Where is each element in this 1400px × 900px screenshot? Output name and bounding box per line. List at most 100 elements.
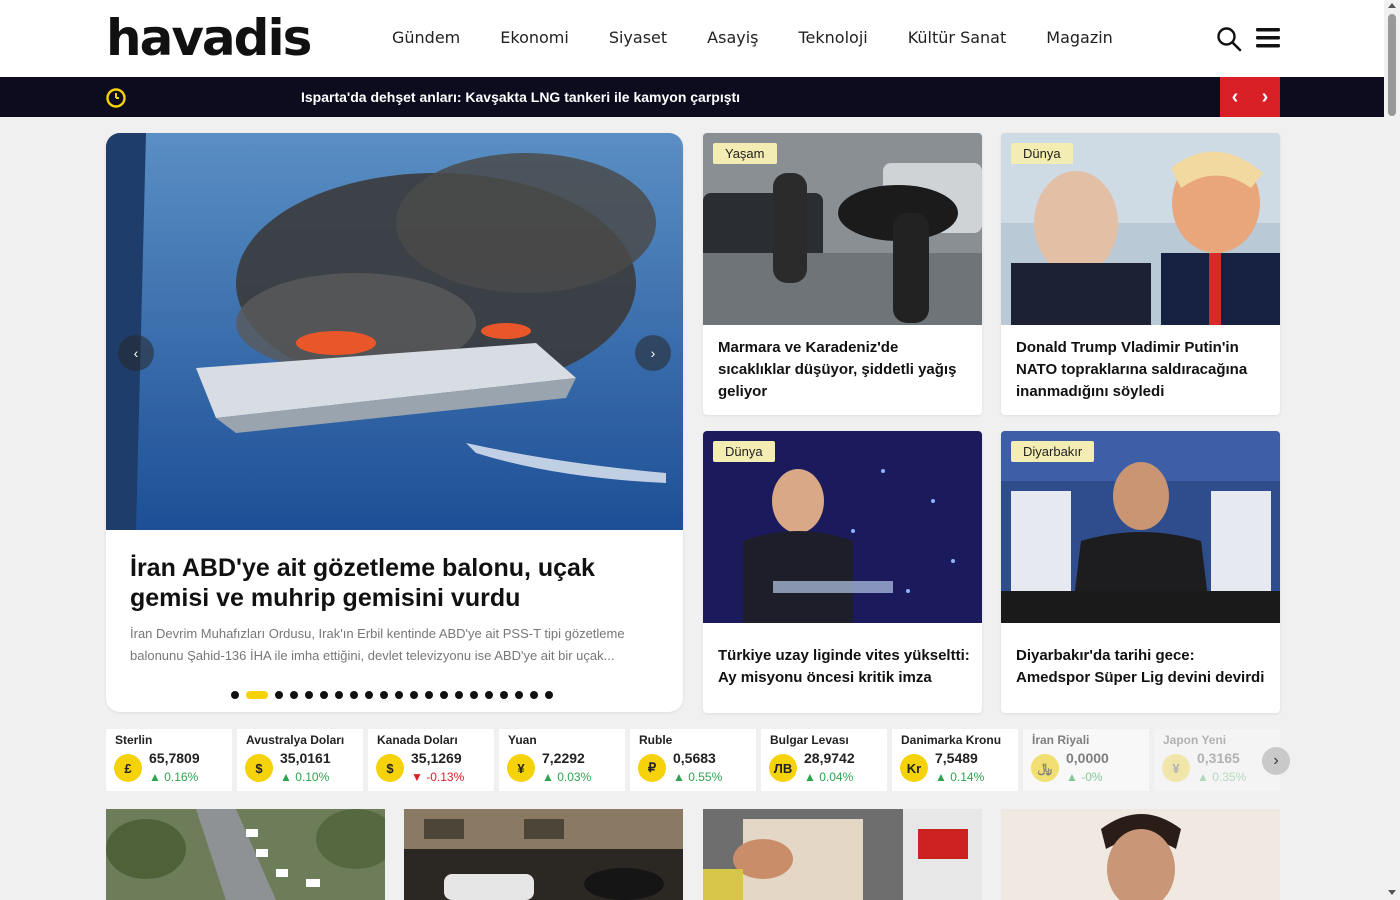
trend-up-icon: ▲ bbox=[804, 770, 820, 784]
news-thumbnail[interactable] bbox=[404, 809, 683, 900]
news-card[interactable]: Yaşam Marmara ve Karadeniz'de sıcaklıkla… bbox=[703, 133, 982, 415]
news-thumbnail[interactable] bbox=[703, 809, 982, 900]
slider-dot[interactable] bbox=[365, 691, 373, 699]
currency-item[interactable]: Bulgar Levası ЛВ 28,9742 ▲ 0.04% bbox=[761, 729, 887, 791]
news-card-category[interactable]: Diyarbakır bbox=[1011, 441, 1095, 462]
currency-symbol-icon: ₽ bbox=[638, 754, 666, 782]
currency-change-value: 0.04% bbox=[819, 770, 854, 784]
news-card-title[interactable]: Diyarbakır'da tarihi gece: Amedspor Süpe… bbox=[1016, 645, 1268, 689]
trend-up-icon: ▲ bbox=[1066, 770, 1082, 784]
currency-value: 0,0000 bbox=[1066, 750, 1109, 766]
currency-item[interactable]: Kanada Doları $35,1269 ▼ -0.13% bbox=[368, 729, 494, 791]
currency-item[interactable]: Sterlin £65,7809 ▲ 0.16% bbox=[106, 729, 232, 791]
currency-change-value: 0.03% bbox=[557, 770, 592, 784]
main-nav: Gündem Ekonomi Siyaset Asayiş Teknoloji … bbox=[392, 28, 1153, 47]
currency-change: ▲ 0.35% bbox=[1197, 770, 1246, 784]
currency-value: 7,2292 bbox=[542, 750, 585, 766]
menu-icon[interactable] bbox=[1256, 27, 1280, 49]
slider-dot[interactable] bbox=[335, 691, 343, 699]
slider-dot[interactable] bbox=[380, 691, 388, 699]
currency-item[interactable]: Danimarka Kronu Kr 7,5489 ▲ 0.14% bbox=[892, 729, 1018, 791]
currency-change-value: 0.55% bbox=[688, 770, 723, 784]
news-card-title[interactable]: Türkiye uzay liginde vites yükseltti: Ay… bbox=[718, 645, 970, 689]
slider-dot[interactable] bbox=[485, 691, 493, 699]
currency-value: 28,9742 bbox=[804, 750, 855, 766]
currency-item[interactable]: İran Riyali ﷼ 0,0000 ▲ -0% bbox=[1023, 729, 1149, 791]
currency-next-button[interactable]: › bbox=[1262, 747, 1290, 775]
ticker-prev-button[interactable]: ‹ bbox=[1232, 87, 1239, 107]
slider-dot[interactable] bbox=[500, 691, 508, 699]
currency-item[interactable]: Yuan ¥7,2292 ▲ 0.03% bbox=[499, 729, 625, 791]
trend-down-icon: ▼ bbox=[411, 770, 427, 784]
breaking-news-ticker: Isparta'da dehşet anları: Kavşakta LNG t… bbox=[0, 77, 1384, 117]
currency-change-value: 0.14% bbox=[950, 770, 985, 784]
hero-title[interactable]: İran ABD'ye ait gözetleme balonu, uçak g… bbox=[130, 553, 650, 613]
news-card-category[interactable]: Yaşam bbox=[713, 143, 777, 164]
news-card[interactable]: Dünya Türkiye uzay liginde vites yükselt… bbox=[703, 431, 982, 713]
slider-dot[interactable] bbox=[305, 691, 313, 699]
nav-item-gundem[interactable]: Gündem bbox=[392, 28, 460, 47]
scroll-up-icon[interactable] bbox=[1388, 3, 1396, 8]
currency-item[interactable]: Avustralya Doları $35,0161 ▲ 0.10% bbox=[237, 729, 363, 791]
clock-icon bbox=[106, 88, 126, 108]
currency-name: Danimarka Kronu bbox=[901, 733, 1002, 747]
nav-item-magazin[interactable]: Magazin bbox=[1046, 28, 1113, 47]
currency-value: 0,3165 bbox=[1197, 750, 1240, 766]
nav-item-ekonomi[interactable]: Ekonomi bbox=[500, 28, 569, 47]
ticker-next-button[interactable]: › bbox=[1262, 87, 1269, 107]
nav-item-teknoloji[interactable]: Teknoloji bbox=[799, 28, 868, 47]
currency-change: ▲ 0.16% bbox=[149, 770, 198, 784]
currency-value: 7,5489 bbox=[935, 750, 978, 766]
slider-dot[interactable] bbox=[290, 691, 298, 699]
currency-name: Yuan bbox=[508, 733, 537, 747]
currency-symbol-icon: £ bbox=[114, 754, 142, 782]
hero-prev-button[interactable]: ‹ bbox=[118, 335, 154, 371]
ticker-headline[interactable]: Isparta'da dehşet anları: Kavşakta LNG t… bbox=[301, 89, 740, 105]
slider-dot[interactable] bbox=[440, 691, 448, 699]
news-card-category[interactable]: Dünya bbox=[1011, 143, 1073, 164]
slider-dot[interactable] bbox=[350, 691, 358, 699]
currency-name: Bulgar Levası bbox=[770, 733, 849, 747]
currency-change-value: -0% bbox=[1081, 770, 1103, 784]
site-logo[interactable]: havadis bbox=[106, 10, 312, 66]
news-thumbnail[interactable] bbox=[106, 809, 385, 900]
news-thumbnail[interactable] bbox=[1001, 809, 1280, 900]
slider-dot[interactable] bbox=[455, 691, 463, 699]
currency-item[interactable]: Ruble ₽0,5683 ▲ 0.55% bbox=[630, 729, 756, 791]
scrollbar-thumb[interactable] bbox=[1388, 14, 1396, 116]
currency-value: 0,5683 bbox=[673, 750, 716, 766]
slider-dot[interactable] bbox=[275, 691, 283, 699]
slider-pagination bbox=[231, 691, 553, 699]
news-card-category[interactable]: Dünya bbox=[713, 441, 775, 462]
slider-dot[interactable] bbox=[246, 691, 268, 699]
slider-dot[interactable] bbox=[231, 691, 239, 699]
slider-dot[interactable] bbox=[515, 691, 523, 699]
currency-name: Japon Yeni bbox=[1163, 733, 1227, 747]
slider-dot[interactable] bbox=[395, 691, 403, 699]
search-icon[interactable] bbox=[1216, 26, 1242, 52]
page-scrollbar[interactable] bbox=[1384, 0, 1400, 900]
scroll-down-icon[interactable] bbox=[1388, 890, 1396, 895]
news-card-title[interactable]: Donald Trump Vladimir Putin'in NATO topr… bbox=[1016, 337, 1268, 403]
currency-change: ▲ 0.55% bbox=[673, 770, 722, 784]
hero-next-button[interactable]: › bbox=[635, 335, 671, 371]
nav-item-asayis[interactable]: Asayiş bbox=[707, 28, 758, 47]
news-card[interactable]: Dünya Donald Trump Vladimir Putin'in NAT… bbox=[1001, 133, 1280, 415]
slider-dot[interactable] bbox=[470, 691, 478, 699]
slider-dot[interactable] bbox=[410, 691, 418, 699]
slider-dot[interactable] bbox=[425, 691, 433, 699]
currency-change-value: 0.10% bbox=[295, 770, 330, 784]
nav-item-siyaset[interactable]: Siyaset bbox=[609, 28, 667, 47]
trend-up-icon: ▲ bbox=[542, 770, 558, 784]
news-card[interactable]: Diyarbakır Diyarbakır'da tarihi gece: Am… bbox=[1001, 431, 1280, 713]
hero-slider[interactable]: ‹ › İran ABD'ye ait gözetleme balonu, uç… bbox=[106, 133, 683, 712]
nav-item-kultur-sanat[interactable]: Kültür Sanat bbox=[908, 28, 1007, 47]
news-card-title[interactable]: Marmara ve Karadeniz'de sıcaklıklar düşü… bbox=[718, 337, 970, 403]
slider-dot[interactable] bbox=[320, 691, 328, 699]
slider-dot[interactable] bbox=[545, 691, 553, 699]
hero-image[interactable] bbox=[106, 133, 683, 530]
currency-name: Kanada Doları bbox=[377, 733, 458, 747]
slider-dot[interactable] bbox=[530, 691, 538, 699]
currency-symbol-icon: Kr bbox=[900, 754, 928, 782]
trend-up-icon: ▲ bbox=[149, 770, 165, 784]
